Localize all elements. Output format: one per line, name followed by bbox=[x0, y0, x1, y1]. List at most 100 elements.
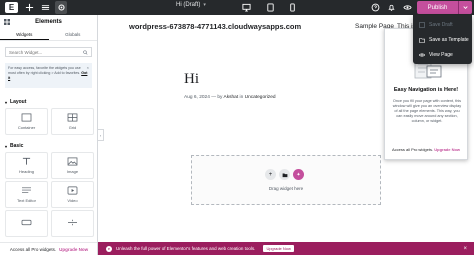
search-icon bbox=[83, 49, 88, 55]
tab-widgets[interactable]: Widgets bbox=[0, 29, 49, 40]
tab-globals[interactable]: Globals bbox=[49, 29, 98, 40]
post-by-label: by bbox=[217, 95, 223, 100]
publish-options-button[interactable] bbox=[458, 1, 472, 14]
mobile-view-button[interactable] bbox=[287, 1, 298, 14]
menu-item-save-draft[interactable]: Save Draft bbox=[413, 17, 472, 32]
category-label: Basic bbox=[10, 143, 24, 149]
category-label: Layout bbox=[10, 99, 27, 105]
help-icon bbox=[371, 3, 380, 12]
widget-grid[interactable]: Grid bbox=[51, 108, 94, 135]
pro-upsell-text: Access all Pro widgets. bbox=[9, 246, 57, 252]
search-input[interactable] bbox=[9, 49, 84, 55]
document-title-text: Hi (Draft) bbox=[176, 2, 201, 8]
panel-tabs: Widgets Globals bbox=[0, 29, 97, 41]
plus-icon bbox=[25, 3, 33, 12]
basic-widgets: Heading Image Text Editor Video bbox=[0, 150, 97, 239]
editor-topbar: E Hi (Draft) ▾ Publish bbox=[0, 0, 474, 15]
desktop-icon bbox=[242, 3, 251, 12]
elementor-logo-button[interactable]: E bbox=[5, 2, 18, 13]
structure-button[interactable] bbox=[39, 1, 51, 14]
panel-header: Elements bbox=[0, 15, 97, 29]
drop-area-label: Drag widget here bbox=[268, 186, 304, 191]
banner-text: Unleash the full power of Elementor's fe… bbox=[116, 246, 256, 251]
widget-label: Container bbox=[17, 125, 36, 130]
post-author[interactable]: Akshat bbox=[224, 95, 239, 100]
empty-drop-area[interactable]: + ✦ Drag widget here bbox=[191, 155, 381, 205]
video-icon bbox=[67, 186, 78, 195]
close-icon[interactable]: × bbox=[87, 65, 89, 70]
tip-text: For easy access, favorite the widgets yo… bbox=[8, 66, 81, 75]
menu-item-label: Save Draft bbox=[429, 21, 453, 28]
widget-video[interactable]: Video bbox=[51, 181, 94, 208]
category-basic[interactable]: ▾ Basic bbox=[0, 142, 97, 150]
divider-icon bbox=[68, 219, 77, 225]
document-title[interactable]: Hi (Draft) ▾ bbox=[176, 2, 206, 8]
widget-container[interactable]: Container bbox=[5, 108, 48, 135]
menu-item-save-as-template[interactable]: Save as Template bbox=[413, 32, 472, 47]
sparkle-icon: ✦ bbox=[296, 171, 301, 178]
menu-item-view-page[interactable]: View Page bbox=[413, 47, 472, 62]
caret-down-icon: ▾ bbox=[5, 99, 8, 105]
pro-upsell: Access all Pro widgets. Upgrade Now bbox=[0, 242, 97, 255]
site-settings-button[interactable] bbox=[55, 1, 67, 14]
publish-button[interactable]: Publish bbox=[417, 1, 458, 14]
widget-text-editor[interactable]: Text Editor bbox=[5, 181, 48, 208]
upgrade-now-link[interactable]: Upgrade Now bbox=[59, 247, 88, 252]
caret-down-icon: ▾ bbox=[5, 143, 8, 149]
publish-options-menu: Save Draft Save as Template View Page bbox=[413, 15, 472, 64]
widget-heading[interactable]: Heading bbox=[5, 152, 48, 179]
mobile-icon bbox=[290, 3, 295, 12]
widget-divider[interactable] bbox=[51, 210, 94, 237]
menu-item-label: View Page bbox=[429, 51, 453, 58]
button-icon bbox=[21, 219, 32, 225]
panel-title: Elements bbox=[35, 19, 62, 25]
tablet-icon bbox=[267, 3, 274, 12]
elements-panel: Elements Widgets Globals For easy access… bbox=[0, 15, 98, 255]
post-title: Hi bbox=[184, 71, 199, 87]
upgrade-banner: e Unleash the full power of Elementor's … bbox=[98, 242, 474, 255]
widget-label: Heading bbox=[19, 169, 34, 174]
grid-icon[interactable] bbox=[4, 19, 10, 25]
site-title[interactable]: wordpress-673878-4771143.cloudwaysapps.c… bbox=[129, 22, 301, 31]
upgrade-now-link[interactable]: Upgrade Now bbox=[434, 147, 460, 152]
elementor-badge-icon: e bbox=[106, 245, 112, 252]
notifications-button[interactable] bbox=[386, 1, 397, 14]
plus-icon: + bbox=[268, 171, 273, 178]
layout-widgets: Container Grid bbox=[0, 106, 97, 137]
desktop-view-button[interactable] bbox=[241, 1, 252, 14]
post-meta: Aug 6, 2024 — by Akshat in Uncategorized bbox=[184, 95, 276, 100]
post-date: Aug 6, 2024 bbox=[184, 95, 210, 100]
preview-button[interactable] bbox=[402, 1, 413, 14]
widget-label: Image bbox=[66, 169, 79, 174]
eye-icon bbox=[403, 5, 412, 10]
gear-icon bbox=[57, 4, 65, 11]
ai-button[interactable]: ✦ bbox=[293, 169, 304, 180]
chevron-down-icon: ▾ bbox=[203, 2, 206, 8]
chevron-left-icon: ‹ bbox=[99, 132, 102, 138]
navigator-heading: Easy Navigation is Here! bbox=[393, 87, 459, 93]
add-element-button[interactable] bbox=[23, 1, 35, 14]
add-template-button[interactable] bbox=[279, 169, 290, 180]
folder-icon bbox=[282, 173, 287, 177]
text-editor-icon bbox=[22, 187, 31, 193]
widget-label: Text Editor bbox=[17, 198, 36, 203]
menu-item-label: Save as Template bbox=[429, 36, 469, 43]
grid-layout-icon bbox=[67, 113, 78, 122]
add-section-button[interactable]: + bbox=[265, 169, 276, 180]
banner-upgrade-button[interactable]: Upgrade Now bbox=[263, 245, 294, 252]
drop-area-actions: + ✦ bbox=[265, 169, 304, 180]
heading-icon bbox=[22, 157, 31, 165]
navigator-upsell-text: Access all Pro widgets. bbox=[391, 147, 434, 152]
close-icon[interactable]: × bbox=[463, 246, 467, 252]
category-layout[interactable]: ▾ Layout bbox=[0, 98, 97, 106]
navigator-description: Once you fill your page with content, th… bbox=[392, 99, 462, 123]
post-in-label: in bbox=[239, 95, 244, 100]
layers-icon bbox=[41, 5, 49, 10]
tablet-view-button[interactable] bbox=[265, 1, 276, 14]
help-button[interactable] bbox=[370, 1, 381, 14]
post-category[interactable]: Uncategorized bbox=[245, 95, 276, 100]
widget-button[interactable] bbox=[5, 210, 48, 237]
bell-icon bbox=[388, 4, 395, 11]
widget-image[interactable]: Image bbox=[51, 152, 94, 179]
container-icon bbox=[21, 113, 32, 122]
